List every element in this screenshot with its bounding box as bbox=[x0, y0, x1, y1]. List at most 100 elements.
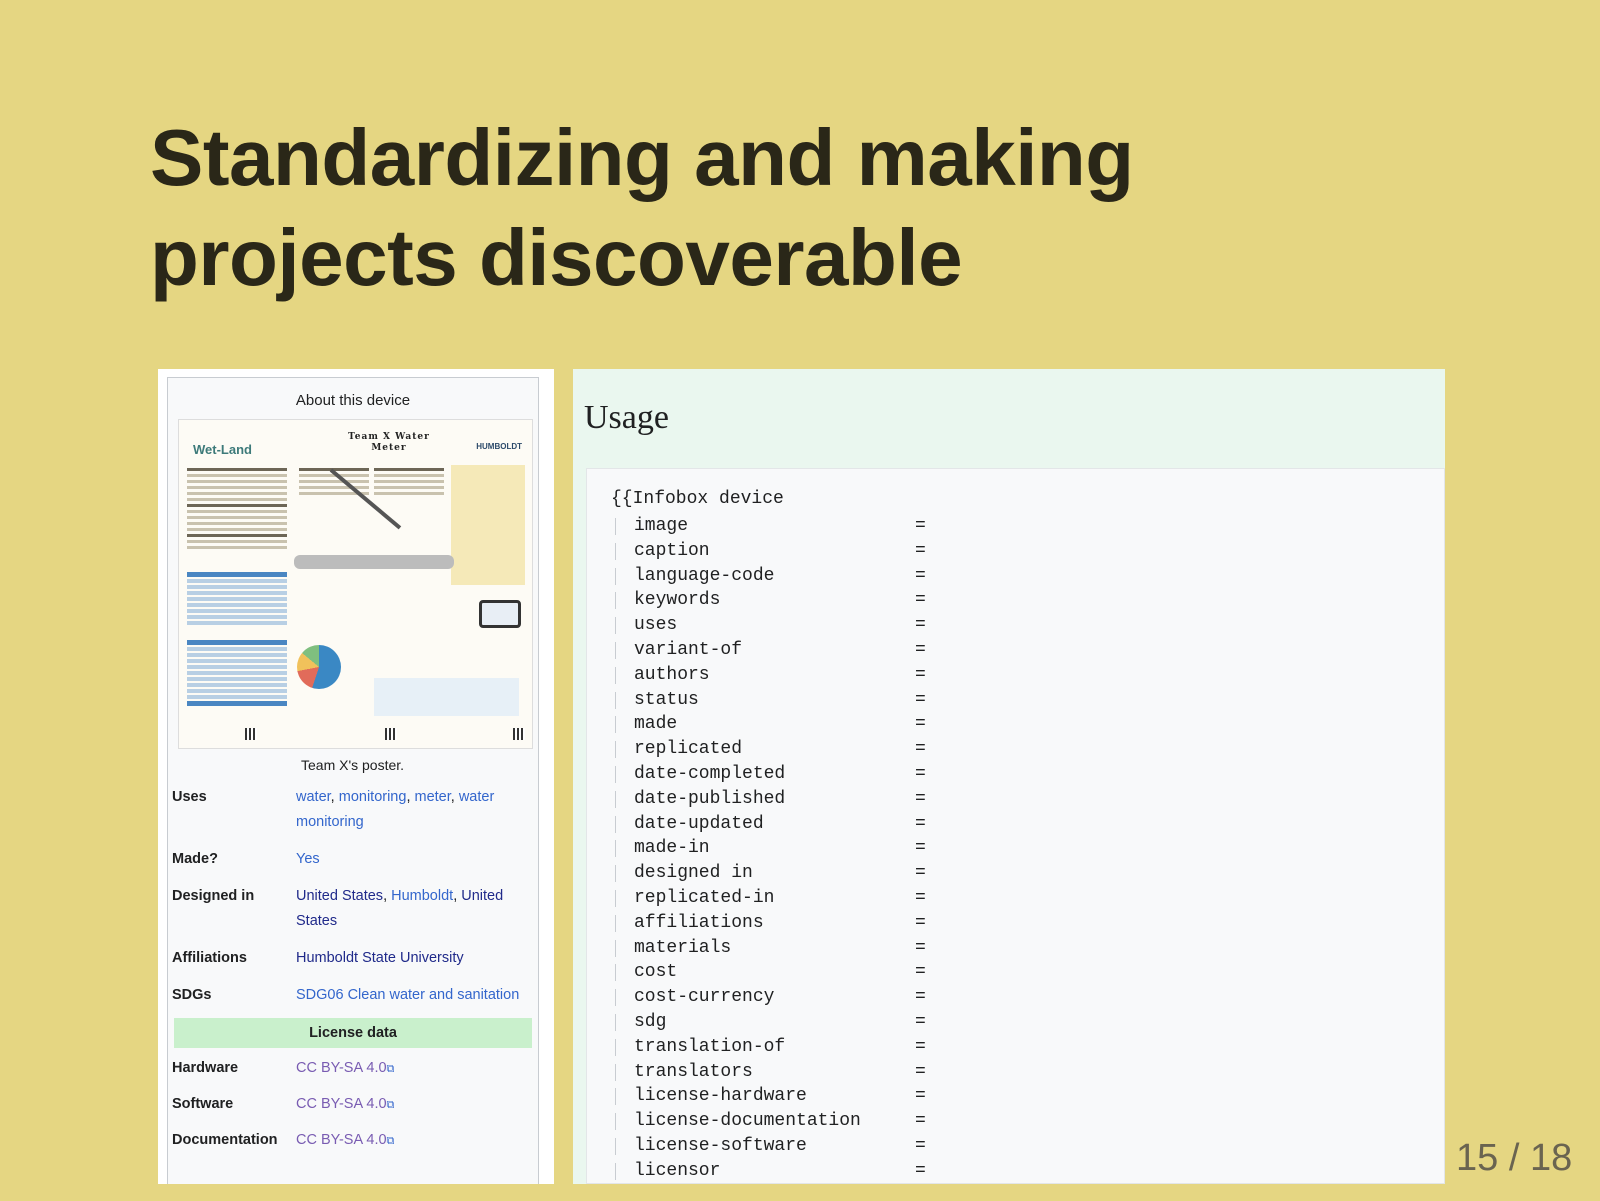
poster-monitor-drawing bbox=[479, 600, 521, 628]
parameter-name: translators bbox=[634, 1061, 753, 1082]
parameter-equals: = bbox=[915, 937, 926, 958]
indent-guide bbox=[615, 865, 616, 883]
parameter-name: date-updated bbox=[634, 813, 764, 834]
row-label: SDGs bbox=[172, 987, 212, 1003]
parameter-name: replicated bbox=[634, 739, 743, 760]
parameter-equals: = bbox=[915, 540, 926, 561]
template-parameter-line: authors = bbox=[611, 663, 941, 688]
template-code-block[interactable]: {{Infobox device image = caption = language-… bbox=[586, 468, 1445, 1184]
infobox-row-designed-in: Designed in United States, Humboldt, Uni… bbox=[168, 884, 538, 934]
indent-guide bbox=[615, 741, 616, 759]
indent-guide bbox=[615, 1113, 616, 1131]
indent-guide bbox=[615, 964, 616, 982]
indent-guide bbox=[615, 790, 616, 808]
indent-guide bbox=[615, 1063, 616, 1081]
template-parameter-line: materials = bbox=[611, 936, 941, 961]
indent-guide bbox=[615, 716, 616, 734]
qr-code-icon bbox=[245, 728, 257, 740]
qr-code-icon bbox=[385, 728, 397, 740]
row-value: water, monitoring, meter, water monitori… bbox=[296, 789, 495, 830]
link-yes[interactable]: Yes bbox=[296, 851, 320, 867]
parameter-name: date-published bbox=[634, 788, 786, 809]
infobox-row-documentation-license: Documentation CC BY-SA 4.0⧉ bbox=[168, 1128, 538, 1154]
link-hardware-license[interactable]: CC BY-SA 4.0 bbox=[296, 1060, 387, 1076]
indent-guide bbox=[615, 1162, 616, 1180]
poster-criteria-table bbox=[187, 570, 287, 627]
infobox-row-uses: Uses water, monitoring, meter, water mon… bbox=[168, 785, 538, 835]
row-label: Documentation bbox=[172, 1132, 278, 1148]
external-link-icon: ⧉ bbox=[386, 1099, 395, 1111]
indent-guide bbox=[615, 542, 616, 560]
parameter-equals: = bbox=[915, 788, 926, 809]
poster-caption: Team X's poster. bbox=[301, 757, 405, 773]
template-open-line: {{Infobox device bbox=[611, 489, 784, 509]
template-parameter-line: caption = bbox=[611, 539, 941, 564]
parameter-name: uses bbox=[634, 615, 678, 636]
template-parameter-line: date-completed = bbox=[611, 762, 941, 787]
poster-title: Team X Water Meter bbox=[348, 432, 430, 453]
row-value: Yes bbox=[296, 847, 534, 872]
parameter-name: translation-of bbox=[634, 1036, 786, 1057]
parameter-name: affiliations bbox=[634, 912, 764, 933]
link-humboldt-state-university[interactable]: Humboldt State University bbox=[296, 950, 464, 966]
parameter-name: license-software bbox=[634, 1135, 807, 1156]
template-parameter-line: keywords = bbox=[611, 588, 941, 613]
indent-guide bbox=[615, 1038, 616, 1056]
template-parameter-line: translation-of = bbox=[611, 1035, 941, 1060]
link-humboldt[interactable]: Humboldt bbox=[391, 888, 453, 904]
link-united-states[interactable]: United States bbox=[296, 888, 383, 904]
poster-text-column bbox=[187, 465, 287, 585]
parameter-name: cost bbox=[634, 962, 678, 983]
row-label: Made? bbox=[172, 851, 218, 867]
template-parameter-line: sdg = bbox=[611, 1010, 941, 1035]
link-monitoring[interactable]: monitoring bbox=[339, 789, 407, 805]
infobox-row-sdgs: SDGs SDG06 Clean water and sanitation bbox=[168, 983, 538, 1008]
parameter-name: made bbox=[634, 714, 678, 735]
link-meter[interactable]: meter bbox=[415, 789, 451, 805]
template-parameter-line: designed in = bbox=[611, 861, 941, 886]
template-parameter-line: made-in = bbox=[611, 836, 941, 861]
page-number: 15 / 18 bbox=[1456, 1137, 1573, 1179]
parameter-equals: = bbox=[915, 813, 926, 834]
parameter-equals: = bbox=[915, 664, 926, 685]
parameter-equals: = bbox=[915, 838, 926, 859]
poster-results-block bbox=[374, 678, 519, 716]
poster-brand: Wet-Land bbox=[193, 442, 252, 457]
poster-pie-chart bbox=[297, 645, 341, 689]
template-parameter-line: replicated-in = bbox=[611, 886, 941, 911]
row-value: CC BY-SA 4.0⧉ bbox=[296, 1128, 534, 1154]
link-software-license[interactable]: CC BY-SA 4.0 bbox=[296, 1096, 387, 1112]
indent-guide bbox=[615, 989, 616, 1007]
parameter-equals: = bbox=[915, 615, 926, 636]
indent-guide bbox=[615, 567, 616, 585]
link-documentation-license[interactable]: CC BY-SA 4.0 bbox=[296, 1132, 387, 1148]
template-parameter-line: cost = bbox=[611, 960, 941, 985]
indent-guide bbox=[615, 914, 616, 932]
parameter-equals: = bbox=[915, 763, 926, 784]
parameter-name: sdg bbox=[634, 1011, 667, 1032]
infobox-row-software-license: Software CC BY-SA 4.0⧉ bbox=[168, 1092, 538, 1118]
poster-cost-table bbox=[187, 638, 287, 708]
indent-guide bbox=[615, 765, 616, 783]
indent-guide bbox=[615, 840, 616, 858]
parameter-equals: = bbox=[915, 1036, 926, 1057]
poster-meter-drawing bbox=[294, 555, 454, 569]
parameter-name: license-hardware bbox=[634, 1086, 807, 1107]
parameter-name: image bbox=[634, 516, 689, 536]
parameter-equals: = bbox=[915, 739, 926, 760]
row-value: CC BY-SA 4.0⧉ bbox=[296, 1092, 534, 1118]
parameter-equals: = bbox=[915, 1135, 926, 1156]
parameter-name: materials bbox=[634, 937, 732, 958]
parameter-equals: = bbox=[915, 962, 926, 983]
row-label: Uses bbox=[172, 789, 207, 805]
parameter-name: licensor bbox=[634, 1160, 721, 1181]
infobox-screenshot: About this device Wet-Land Team X Water … bbox=[158, 369, 554, 1184]
parameter-name: status bbox=[634, 689, 699, 710]
poster-image[interactable]: Wet-Land Team X Water Meter HUMBOLDT bbox=[178, 419, 533, 749]
link-sdg06[interactable]: SDG06 Clean water and sanitation bbox=[296, 987, 519, 1003]
link-water[interactable]: water bbox=[296, 789, 331, 805]
poster-org-logo: HUMBOLDT bbox=[476, 442, 522, 451]
template-parameter-line: cost-currency = bbox=[611, 985, 941, 1010]
infobox-header: About this device bbox=[295, 392, 411, 409]
poster-highlight-block bbox=[451, 465, 525, 585]
